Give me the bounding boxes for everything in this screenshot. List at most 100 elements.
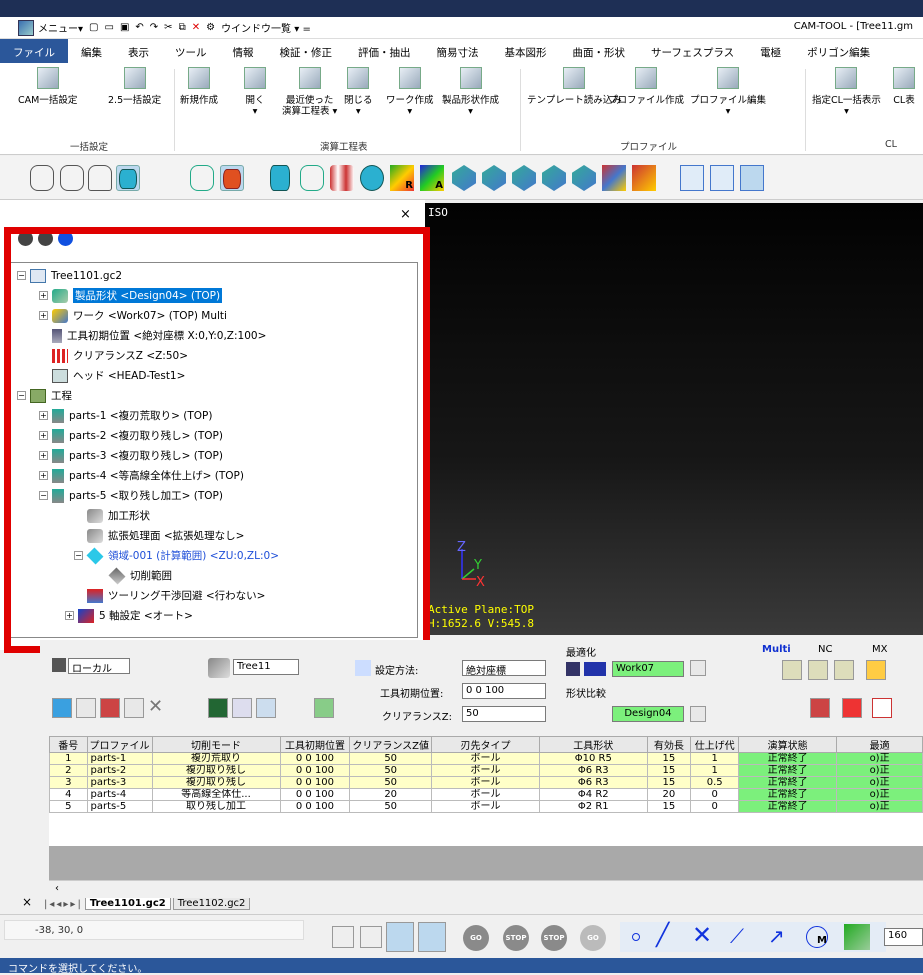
tree-node-extended-surface[interactable]: 拡張処理面 <拡張処理なし>: [87, 527, 244, 544]
redo-icon[interactable]: ↷: [150, 22, 158, 33]
tool-button[interactable]: [124, 698, 144, 718]
edit-all-button[interactable]: [100, 698, 120, 718]
create-work-button[interactable]: ワーク作成 ▾: [386, 67, 434, 117]
profile-create-button[interactable]: プロファイル作成: [608, 67, 684, 106]
collapse-icon[interactable]: −: [74, 551, 83, 560]
settings-icon[interactable]: ⚙: [206, 22, 215, 33]
vector-snap-icon[interactable]: ↗: [768, 924, 785, 948]
menu-dropdown[interactable]: メニュー▾: [38, 20, 83, 35]
col-clearance[interactable]: クリアランスZ値: [349, 736, 433, 753]
mx-tool-button[interactable]: [866, 660, 886, 680]
shape-tool-4-button[interactable]: [314, 698, 334, 718]
design-pick-button[interactable]: [690, 706, 706, 722]
open-folder-icon[interactable]: ▭: [104, 22, 113, 33]
shape-tool-3-button[interactable]: [256, 698, 276, 718]
go-button[interactable]: GO: [463, 925, 489, 951]
scroll-left-icon[interactable]: ‹: [49, 883, 59, 894]
tab-surface-shape[interactable]: 曲面・形状: [560, 39, 639, 63]
work-pick-button[interactable]: [690, 660, 706, 676]
table-row[interactable]: 4 parts-4 等高線全体仕... 0 0 100 20 ボール Φ4 R2 20 0 正常終…: [49, 788, 923, 801]
midpoint-snap-icon[interactable]: M: [806, 926, 828, 948]
collapse-icon[interactable]: −: [17, 271, 26, 280]
table-row[interactable]: 2 parts-2 複刃取り残し 0 0 100 50 ボール Φ6 R3 15 1 正常終了 o)…: [49, 764, 923, 777]
expand-icon[interactable]: +: [39, 411, 48, 420]
tree-node-parts-2[interactable]: + parts-2 <複刃取り残し> (TOP): [39, 427, 223, 444]
collapse-icon[interactable]: −: [39, 491, 48, 500]
tree-node-work[interactable]: + ワーク <Work07> (TOP) Multi: [39, 307, 227, 324]
tree-close-button[interactable]: ×: [400, 207, 411, 222]
tree-root[interactable]: − Tree1101.gc2: [17, 267, 122, 284]
a-angle-icon[interactable]: A: [420, 165, 444, 191]
help-view-icon[interactable]: [680, 165, 704, 191]
tab-dimension[interactable]: 簡易寸法: [424, 39, 492, 63]
cube-view-3-icon[interactable]: [512, 165, 536, 191]
stop-button[interactable]: STOP: [503, 925, 529, 951]
layer-icon[interactable]: [632, 165, 656, 191]
save-icon[interactable]: ▣: [120, 22, 129, 33]
design-field[interactable]: Design04: [612, 706, 684, 722]
open-button[interactable]: 開く ▾: [244, 67, 266, 117]
list-view-button[interactable]: [418, 922, 446, 952]
shape-tool-1-button[interactable]: [208, 698, 228, 718]
nc-tool-2-button[interactable]: [808, 660, 828, 680]
r-curvature-icon[interactable]: R: [390, 165, 414, 191]
tab-surface-plus[interactable]: サーフェスプラス: [638, 39, 747, 63]
cube-view-2-icon[interactable]: [482, 165, 506, 191]
green-shape-icon[interactable]: [190, 165, 214, 191]
cube-view-1-icon[interactable]: [452, 165, 476, 191]
wire-cylinder-icon[interactable]: [88, 165, 112, 191]
fit-view-icon[interactable]: [740, 165, 764, 191]
col-calc-status[interactable]: 演算状態: [738, 736, 838, 753]
stop-all-button[interactable]: STOP: [541, 925, 567, 951]
sheet-tab-tree1102[interactable]: Tree1102.gc2: [172, 898, 251, 910]
undo-icon[interactable]: ↶: [135, 22, 143, 33]
tree-node-parts-4[interactable]: + parts-4 <等高線全体仕上げ> (TOP): [39, 467, 244, 484]
cube-view-4-icon[interactable]: [542, 165, 566, 191]
sphere-icon[interactable]: [360, 165, 384, 191]
tree-node-5axis[interactable]: +5 軸設定 <オート>: [65, 607, 193, 624]
tab-verify[interactable]: 検証・修正: [267, 39, 346, 63]
tree-node-tool-init[interactable]: 工具初期位置 <絶対座標 X:0,Y:0,Z:100>: [52, 327, 266, 344]
3d-viewport[interactable]: [425, 203, 923, 635]
play-button[interactable]: [52, 698, 72, 718]
tab-basic-shape[interactable]: 基本図形: [492, 39, 560, 63]
table-row[interactable]: 3 parts-3 複刃取り残し 0 0 100 50 ボール Φ6 R3 15 0.5 正常終了…: [49, 776, 923, 789]
tree-node-parts-1[interactable]: + parts-1 <複刃荒取り> (TOP): [39, 407, 212, 424]
col-cutting-mode[interactable]: 切削モード: [151, 736, 281, 753]
wire-shape-2-icon[interactable]: [60, 165, 84, 191]
sheet-nav-icon[interactable]: |◂◂▸▸|: [44, 899, 83, 910]
cross-snap-icon[interactable]: ✕: [692, 922, 712, 948]
expand-icon[interactable]: +: [39, 311, 48, 320]
tab-polygon-edit[interactable]: ポリゴン編集: [794, 39, 883, 63]
batch-2-5-settings-button[interactable]: 2.5一括設定: [108, 67, 161, 106]
expand-icon[interactable]: +: [39, 451, 48, 460]
wire-shape-icon[interactable]: [30, 165, 54, 191]
nc-tool-3-button[interactable]: [834, 660, 854, 680]
horizontal-scrollbar[interactable]: ‹: [49, 880, 923, 894]
tree-tool-3-icon[interactable]: [58, 231, 73, 246]
col-profile[interactable]: プロファイル: [86, 736, 153, 753]
table-row[interactable]: 1 parts-1 複刃荒取り 0 0 100 50 ボール Φ10 R5 15 1 正常終了 o)…: [49, 752, 923, 765]
col-effective-length[interactable]: 有効長: [646, 736, 692, 753]
delete-icon[interactable]: ✕: [192, 22, 200, 33]
collapse-icon[interactable]: −: [17, 391, 26, 400]
plane-snap-icon[interactable]: [844, 924, 870, 950]
cam-batch-settings-button[interactable]: CAM一括設定: [18, 67, 77, 106]
tab-tools[interactable]: ツール: [162, 39, 220, 63]
expand-icon[interactable]: +: [39, 471, 48, 480]
zoom-field[interactable]: 160: [884, 928, 923, 946]
new-button[interactable]: 新規作成: [180, 67, 218, 106]
create-product-shape-button[interactable]: 製品形状作成 ▾: [442, 67, 499, 117]
chart-view-button[interactable]: [360, 926, 382, 948]
tree-node-parts-3[interactable]: + parts-3 <複刃取り残し> (TOP): [39, 447, 223, 464]
close-x-icon[interactable]: ✕: [148, 698, 168, 718]
go-next-button[interactable]: GO: [580, 925, 606, 951]
tree-node-process[interactable]: − 工程: [17, 387, 72, 404]
copy-icon[interactable]: ⧉: [179, 22, 186, 33]
segment-snap-icon[interactable]: ⟋: [730, 924, 744, 948]
app-icon[interactable]: [18, 19, 34, 36]
tree-node-cutting-range[interactable]: 切削範囲: [108, 567, 172, 584]
striped-shape-icon[interactable]: [330, 165, 354, 191]
compare-tool-2-button[interactable]: [842, 698, 862, 718]
tab-file[interactable]: ファイル: [0, 39, 68, 63]
